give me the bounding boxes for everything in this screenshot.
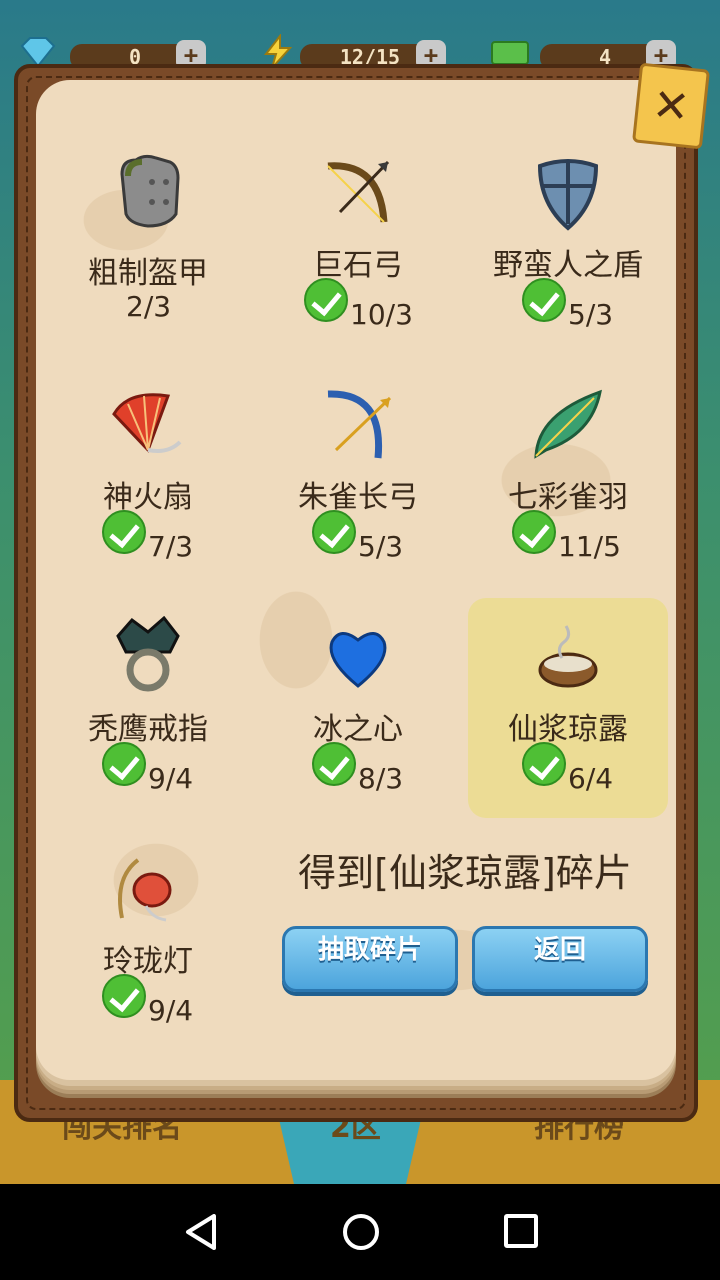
check-icon [312,510,356,554]
item-count: 7/3 [148,530,194,563]
item-count: 8/3 [358,762,404,795]
bow-icon [327,160,390,223]
item-cell[interactable]: 神火扇 7/3 [48,364,248,584]
check-icon [512,510,556,554]
item-count: 6/4 [568,762,614,795]
item-cell[interactable]: 秃鹰戒指 9/4 [48,596,248,816]
item-name: 粗制盔甲 [88,256,208,291]
item-cell[interactable]: 冰之心 8/3 [258,596,458,816]
item-count: 9/4 [148,762,194,795]
check-icon [522,278,566,322]
bowl-icon [538,625,598,688]
item-cell[interactable]: 巨石弓 10/3 [258,132,458,352]
item-count: 11/5 [558,530,621,563]
item-cell[interactable]: 七彩雀羽 11/5 [468,364,668,584]
check-icon [102,974,146,1018]
check-icon [102,742,146,786]
lantern-icon [118,858,172,922]
check-icon [522,742,566,786]
draw-fragment-button[interactable]: 抽取碎片 [282,926,458,992]
armor-icon [120,154,180,228]
item-count: 5/3 [358,530,404,563]
shield-icon [537,159,599,231]
nav-home-icon[interactable] [343,1214,379,1250]
item-count: 5/3 [568,298,614,331]
ice-heart-icon [329,632,387,688]
reward-message: 得到[仙浆琼露]碎片 [298,851,632,895]
item-count: 10/3 [350,298,413,331]
item-count: 2/3 [126,290,172,323]
longbow-icon [327,390,392,459]
nav-recent-apps-icon[interactable] [504,1214,538,1248]
check-icon [312,742,356,786]
item-count: 9/4 [148,994,194,1027]
item-cell-selected[interactable]: 仙浆琼露 6/4 [468,598,668,818]
feather-icon [534,389,602,459]
item-cell[interactable]: 野蛮人之盾 5/3 [468,132,668,352]
ring-icon [116,616,180,692]
check-icon [102,510,146,554]
android-navigation-bar [0,1184,720,1280]
fan-icon [112,393,182,453]
back-button[interactable]: 返回 [472,926,648,992]
item-cell[interactable]: 粗制盔甲 2/3 [48,132,248,352]
item-cell[interactable]: 朱雀长弓 5/3 [258,364,458,584]
nav-back-icon[interactable] [184,1214,220,1250]
check-icon [304,278,348,322]
close-icon: ✕ [649,78,693,134]
item-cell[interactable]: 玲珑灯 9/4 [48,828,248,1048]
